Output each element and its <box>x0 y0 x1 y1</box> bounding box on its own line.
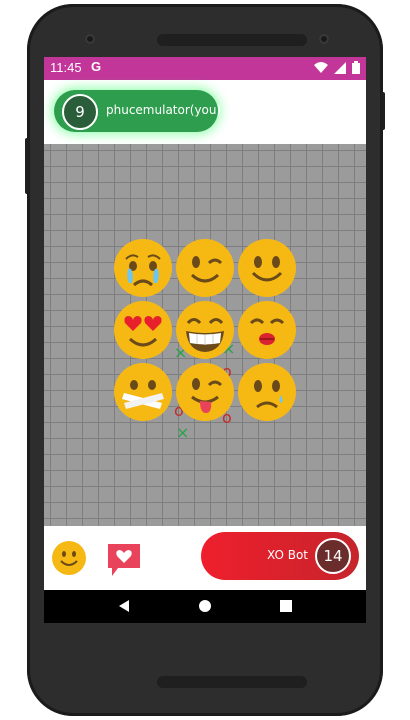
player-name: phucemulator(you) <box>106 103 222 117</box>
taped-mouth-face-icon <box>122 380 164 409</box>
emoji-picker <box>114 239 296 423</box>
grinning-face-emoji[interactable] <box>176 301 234 359</box>
status-bar: 11:45 G <box>44 57 366 80</box>
kissing-face-emoji[interactable] <box>238 301 296 359</box>
sensor-icon <box>319 34 329 44</box>
battery-icon <box>352 61 360 74</box>
board-mark-x: × <box>176 423 190 442</box>
smiley-icon <box>60 551 78 566</box>
bottom-speaker <box>157 676 307 688</box>
heart-eyes-face-icon <box>124 316 162 347</box>
earpiece-speaker <box>157 34 307 46</box>
winking-face-emoji[interactable] <box>176 239 234 297</box>
status-time: 11:45 <box>50 60 82 75</box>
back-icon[interactable] <box>116 598 132 614</box>
front-camera-icon <box>85 34 95 44</box>
player-card[interactable]: 9 phucemulator(you) <box>54 90 222 132</box>
smiling-face-icon <box>251 256 283 282</box>
heart-message-button[interactable] <box>106 542 142 578</box>
grinning-face-icon <box>186 318 224 352</box>
recents-icon[interactable] <box>278 598 294 614</box>
navigation-bar <box>44 590 366 623</box>
opponent-card[interactable]: XO Bot 14 <box>201 532 359 580</box>
sad-tear-face-emoji[interactable] <box>238 363 296 421</box>
wifi-icon <box>314 61 328 73</box>
heart-eyes-face-emoji[interactable] <box>114 301 172 359</box>
screen: 11:45 G 9 phucemulator(you) × × o o × o <box>44 57 366 623</box>
emoji-button[interactable] <box>52 541 86 575</box>
g-icon: G <box>91 59 102 74</box>
winking-face-icon <box>190 256 223 283</box>
crying-face-emoji[interactable] <box>114 239 172 297</box>
opponent-score-badge: 14 <box>315 538 351 574</box>
opponent-name: XO Bot <box>267 548 308 562</box>
signal-icon <box>334 61 346 74</box>
taped-mouth-face-emoji[interactable] <box>114 363 172 421</box>
player-score-badge: 9 <box>62 94 98 130</box>
status-icons <box>314 61 360 74</box>
bottom-bar: XO Bot 14 <box>44 526 366 590</box>
player-bar: 9 phucemulator(you) <box>44 80 366 144</box>
crying-face-icon <box>125 254 161 287</box>
smiling-face-emoji[interactable] <box>238 239 296 297</box>
power-button <box>381 92 385 130</box>
kissing-face-icon <box>249 318 285 345</box>
tongue-out-face-emoji[interactable] <box>176 363 234 421</box>
sad-tear-face-icon <box>254 380 283 409</box>
heart-message-icon <box>108 544 140 576</box>
tongue-out-face-icon <box>191 378 223 413</box>
home-icon[interactable] <box>197 598 213 614</box>
volume-button <box>25 138 29 194</box>
